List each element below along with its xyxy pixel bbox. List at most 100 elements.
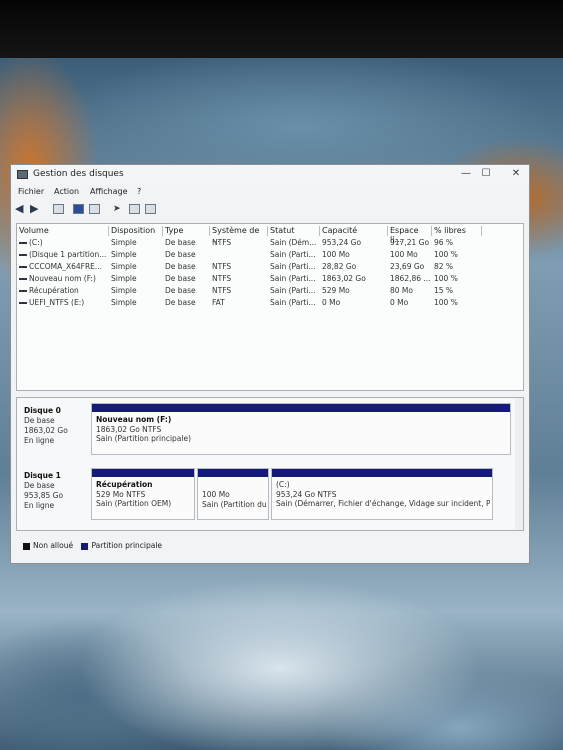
menu-affichage[interactable]: Affichage [90,187,128,196]
column-volume[interactable]: Volume [17,226,109,236]
legend: Non alloué Partition principale [23,541,162,550]
partition-recovery-status: Sain (Partition OEM) [96,499,172,508]
monitor-bezel [0,0,563,58]
volume-icon [19,290,27,292]
table-cell: (Disque 1 partition... [29,250,106,259]
disk-graphical-view: Disque 0 De base 1863,02 Go En ligne Nou… [16,397,524,531]
primary-partition-bar [272,469,492,477]
table-cell: 1862,86 ... [390,274,431,283]
column-status[interactable]: Statut [268,226,320,236]
disk-view-icon[interactable] [89,204,100,214]
minimize-button[interactable]: — [457,167,475,181]
table-cell: 100 Mo [322,250,350,259]
partition-recovery[interactable]: Récupération 529 Mo NTFS Sain (Partition… [91,468,195,520]
table-cell: CCCOMA_X64FRE... [29,262,103,271]
close-button[interactable]: ✕ [507,167,525,181]
volume-icon [19,266,27,268]
disk-1-kind: De base [24,481,55,490]
table-row[interactable]: (C:) Simple De base NTFS Sain (Dém... 953,24 … [17,238,523,249]
table-cell: FAT [212,298,225,307]
column-capacity[interactable]: Capacité [320,226,388,236]
table-cell: Simple [111,250,137,259]
toolbar: ◀ ▶ ➤ [11,201,529,217]
column-free-space[interactable]: Espace li... [388,226,432,244]
table-cell: 96 % [434,238,454,247]
connect-icon[interactable]: ➤ [113,204,124,214]
table-cell: 100 Mo [390,250,418,259]
disk-management-app-icon [17,170,28,179]
legend-unallocated: Non alloué [33,541,74,550]
column-file-system[interactable]: Système de ... [210,226,268,244]
table-row[interactable]: Nouveau nom (F:) Simple De base NTFS Sain (P… [17,274,523,285]
table-cell: 28,82 Go [322,262,357,271]
table-row[interactable]: CCCOMA_X64FRE... Simple De base NTFS Sain (P… [17,262,523,273]
table-cell: Simple [111,286,137,295]
volume-icon [19,302,27,304]
primary-partition-bar [92,469,194,477]
table-cell: Récupération [29,286,79,295]
partition-f[interactable]: Nouveau nom (F:) 1863,02 Go NTFS Sain (P… [91,403,511,455]
back-arrow-icon[interactable]: ◀ [15,203,26,214]
volume-icon [19,278,27,280]
partition-efi[interactable]: 100 Mo Sain (Partition du [197,468,269,520]
table-cell: Sain (Parti... [270,286,316,295]
partition-f-size: 1863,02 Go NTFS [96,424,162,434]
table-cell: 953,24 Go [322,238,362,247]
column-percent-free[interactable]: % libres [432,226,482,236]
table-cell: De base [165,262,196,271]
legend-primary-partition: Partition principale [91,541,163,550]
table-cell: 82 % [434,262,454,271]
table-cell: Sain (Parti... [270,262,316,271]
table-row[interactable]: Récupération Simple De base NTFS Sain (Parti… [17,286,523,297]
partition-efi-status: Sain (Partition du [202,499,267,509]
menu-help[interactable]: ? [137,187,141,196]
table-cell: 917,21 Go [390,238,430,247]
primary-partition-bar [198,469,268,477]
table-cell: De base [165,238,196,247]
title-bar[interactable]: Gestion des disques — ☐ ✕ [11,165,529,185]
table-cell: De base [165,298,196,307]
disk-0-state: En ligne [24,436,55,445]
table-cell: 80 Mo [390,286,413,295]
table-cell: 529 Mo [322,286,350,295]
table-cell: Simple [111,274,137,283]
vertical-scrollbar[interactable] [515,398,523,530]
menu-action[interactable]: Action [54,187,79,196]
table-cell: Simple [111,238,137,247]
menu-fichier[interactable]: Fichier [18,187,44,196]
forward-arrow-icon[interactable]: ▶ [30,203,41,214]
primary-partition-swatch [81,542,89,550]
check-icon[interactable] [129,204,140,214]
maximize-button[interactable]: ☐ [477,167,495,181]
help-icon[interactable] [73,204,84,214]
disk-0-label[interactable]: Disque 0 De base 1863,02 Go En ligne [24,406,68,446]
volume-list: Volume Disposition Type Système de ... S… [16,223,524,391]
partition-recovery-title: Récupération [96,480,153,489]
table-cell: De base [165,274,196,283]
table-cell: 100 % [434,298,458,307]
volume-icon [19,254,27,256]
table-cell: NTFS [212,238,232,247]
partition-c[interactable]: (C:) 953,24 Go NTFS Sain (Démarrer, Fich… [271,468,493,520]
table-cell: De base [165,286,196,295]
table-cell: 0 Mo [322,298,341,307]
partition-f-title: Nouveau nom (F:) [96,415,172,424]
disk-1-label[interactable]: Disque 1 De base 953,85 Go En ligne [24,471,63,511]
table-cell: Simple [111,298,137,307]
table-row[interactable]: (Disque 1 partition... Simple De base Sain … [17,250,523,261]
table-cell: UEFI_NTFS (E:) [29,298,85,307]
disk-0-name: Disque 0 [24,406,61,415]
column-type[interactable]: Type [163,226,210,236]
table-cell: 0 Mo [390,298,409,307]
disk-management-window: Gestion des disques — ☐ ✕ Fichier Action… [10,164,530,564]
table-cell: Sain (Parti... [270,298,316,307]
disk-0-size: 1863,02 Go [24,426,68,435]
table-cell: NTFS [212,286,232,295]
window-icon[interactable] [145,204,156,214]
table-cell: Sain (Parti... [270,274,316,283]
disk-0-kind: De base [24,416,55,425]
properties-icon[interactable] [53,204,64,214]
column-disposition[interactable]: Disposition [109,226,163,236]
table-row[interactable]: UEFI_NTFS (E:) Simple De base FAT Sain (Part… [17,298,523,309]
disk-1-state: En ligne [24,501,55,510]
